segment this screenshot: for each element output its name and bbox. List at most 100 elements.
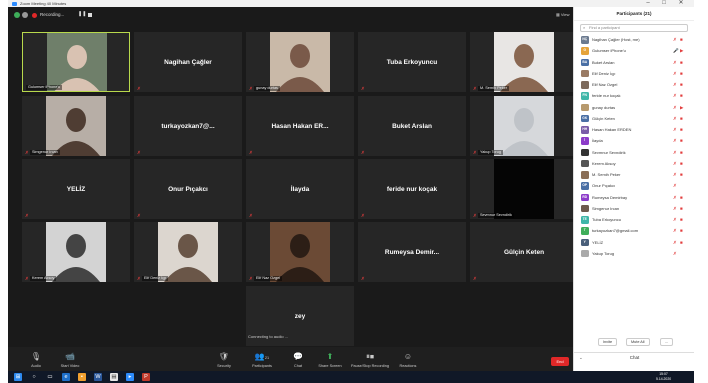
participant-row[interactable]: gunay durtas ✗ ▶ — [574, 102, 694, 113]
microphone-status-icon: ✗ — [673, 172, 677, 177]
chat-panel-toggle[interactable]: ⌄ Chat — [574, 352, 694, 362]
video-tile[interactable]: Gülçin Keten ✗ — [470, 222, 578, 282]
video-status-icon: ■ — [680, 149, 683, 155]
minimize-icon[interactable]: – — [641, 0, 655, 7]
chevron-down-icon: ⌄ — [579, 355, 583, 360]
participant-row-name: gunay durtas — [592, 104, 616, 110]
muted-microphone-icon: ✗ — [137, 86, 141, 91]
participant-video — [46, 96, 106, 156]
video-tile[interactable]: ✗ Kerem Aksoy — [22, 222, 130, 282]
video-tile[interactable]: ✗ Elif Naz Ozgel — [246, 222, 354, 282]
windows-start-icon[interactable]: ⊞ — [14, 373, 22, 381]
video-tile[interactable]: Rumeysa Demir... ✗ — [358, 222, 466, 282]
participant-row[interactable]: Elif Naz Ozgel ✗ ■ — [574, 79, 694, 90]
video-tile[interactable]: ✗ gunay durtas — [246, 32, 354, 92]
video-tile[interactable]: YELİZ ✗ — [22, 159, 130, 219]
find-participant-input[interactable]: ⌕ Find a participant — [580, 24, 688, 32]
participant-row[interactable]: Kerem Aksoy ✗ ■ — [574, 158, 694, 169]
muted-microphone-icon: ✗ — [249, 150, 253, 155]
participant-row[interactable]: HH Hasan Hakan ERDEN ✗ ■ — [574, 124, 694, 135]
shield-icon[interactable] — [14, 12, 20, 18]
participant-row[interactable]: Simgenur Ircan ✗ ■ — [574, 203, 694, 214]
mute-all-button[interactable]: Mute All — [626, 338, 650, 346]
participant-row[interactable]: NÇ Nagihan Çağler (Host, me) ✗ ■ — [574, 34, 694, 45]
word-icon[interactable]: W — [94, 373, 102, 381]
video-tile[interactable]: ✗ Sevmnur Sevndirik — [470, 159, 578, 219]
participant-name: turkayozkan7@... — [161, 122, 215, 130]
participant-row[interactable]: Yakup Torug ✗ — [574, 248, 694, 259]
task-view-icon[interactable]: ▭ — [46, 373, 54, 381]
participant-row[interactable]: FN feride nur koçak ✗ ■ — [574, 90, 694, 101]
zoom-taskbar-icon[interactable]: ▸ — [126, 373, 134, 381]
view-button[interactable]: ▦ View — [556, 11, 570, 19]
video-tile[interactable]: Gulumser iPhone'u — [22, 32, 130, 92]
participant-row-name: İlayda — [592, 138, 603, 144]
participant-video — [270, 222, 330, 282]
microphone-status-icon: ✗ — [673, 37, 677, 42]
title-bar: Zoom Meeting 40 Minutes – □ ✕ — [8, 0, 694, 7]
video-tile[interactable]: Nagihan Çağler ✗ — [134, 32, 242, 92]
microphone-status-icon: ✗ — [673, 115, 677, 121]
info-icon[interactable] — [22, 12, 28, 18]
participant-row[interactable]: TE Tuba Erkoyuncu ✗ ■ — [574, 214, 694, 225]
video-tile[interactable]: ✗ Elif Deniz İçp — [134, 222, 242, 282]
invite-button[interactable]: Invite — [598, 338, 618, 346]
stop-recording-icon[interactable] — [88, 13, 92, 17]
video-tile[interactable]: Onur Pıçakcı ✗ — [134, 159, 242, 219]
close-icon[interactable]: ✕ — [674, 0, 688, 7]
participant-row[interactable]: BA Buket Arslan ✗ ■ — [574, 57, 694, 68]
participant-row-name: Kerem Aksoy — [592, 160, 616, 166]
participant-row[interactable]: M. Semih Peker ✗ ■ — [574, 169, 694, 180]
video-tile[interactable]: ✗ Yakup Torug — [470, 96, 578, 156]
maximize-icon[interactable]: □ — [657, 0, 671, 7]
participant-row[interactable]: OP Onur Pıçakcı ✗ — [574, 180, 694, 191]
window-title: Zoom Meeting 40 Minutes — [20, 1, 67, 6]
participant-row[interactable]: RD Rumeysa Demirbay ✗ ■ — [574, 192, 694, 203]
participant-row[interactable]: GK Gülçin Keten ✗ ■ — [574, 113, 694, 124]
more-button[interactable]: ... — [660, 338, 674, 346]
avatar — [581, 69, 589, 78]
video-tile[interactable]: turkayozkan7@... ✗ — [134, 96, 242, 156]
video-tile[interactable]: Buket Arslan ✗ — [358, 96, 466, 156]
participant-row[interactable]: Tturkayozkan7@gmail.com ✗ ■ — [574, 225, 694, 236]
avatar: HH — [581, 126, 589, 134]
app-icon[interactable]: ▤ — [110, 373, 118, 381]
search-icon[interactable]: ○ — [30, 373, 38, 381]
video-tile[interactable]: feride nur koçak ✗ — [358, 159, 466, 219]
avatar: FN — [581, 92, 589, 100]
file-explorer-icon[interactable]: ▪ — [78, 373, 86, 381]
video-camera-icon: 📹 — [65, 352, 75, 361]
participant-video — [158, 222, 218, 282]
find-participant-placeholder: Find a participant — [589, 25, 620, 30]
video-status-icon: ■ — [680, 93, 683, 99]
avatar — [581, 249, 589, 258]
participants-panel: Participants (21) ⌕ Find a participant N… — [573, 7, 694, 371]
participants-list[interactable]: NÇ Nagihan Çağler (Host, me) ✗ ■ G Gulumser i… — [574, 34, 694, 259]
video-status-icon: ■ — [680, 82, 683, 87]
video-status-icon: ■ — [680, 115, 683, 121]
avatar — [581, 171, 589, 179]
participant-row[interactable]: İ İlayda ✗ ■ — [574, 135, 694, 146]
participant-row[interactable]: G Gulumser iPhone'u 🎤 ▶ — [574, 45, 694, 56]
video-tile[interactable]: ✗ Simgenur Ircan — [22, 96, 130, 156]
participant-row[interactable]: Y YELİZ ✗ ■ — [574, 237, 694, 248]
powerpoint-icon[interactable]: P — [142, 373, 150, 381]
participant-row[interactable]: Elif Deniz İçp ✗ ■ — [574, 68, 694, 79]
participant-row[interactable]: Sevmnur Sevndirik ✗ ■ — [574, 147, 694, 158]
recording-status: Recording... — [40, 12, 65, 17]
video-tile[interactable]: ✗ M. Semih Peker — [470, 32, 578, 92]
end-meeting-button[interactable]: End — [551, 357, 569, 366]
chat-panel-label: Chat — [629, 355, 640, 360]
video-tile[interactable]: Tuba Erkoyuncu ✗ — [358, 32, 466, 92]
participants-icon: 👥21 — [254, 352, 270, 361]
edge-icon[interactable]: e — [62, 373, 70, 381]
pause-recording-icon[interactable]: ❚❚ — [78, 12, 86, 17]
video-tile[interactable]: Hasan Hakan ER... ✗ — [246, 96, 354, 156]
muted-microphone-icon: ✗ — [249, 86, 253, 91]
video-status-icon: ■ — [680, 59, 683, 65]
clock-date: 5.14.2020 — [656, 377, 672, 381]
video-tile[interactable]: İlayda ✗ — [246, 159, 354, 219]
video-name-label: M. Semih Peker — [478, 86, 510, 91]
muted-microphone-icon: ✗ — [25, 150, 29, 155]
person-silhouette-icon — [276, 234, 324, 282]
